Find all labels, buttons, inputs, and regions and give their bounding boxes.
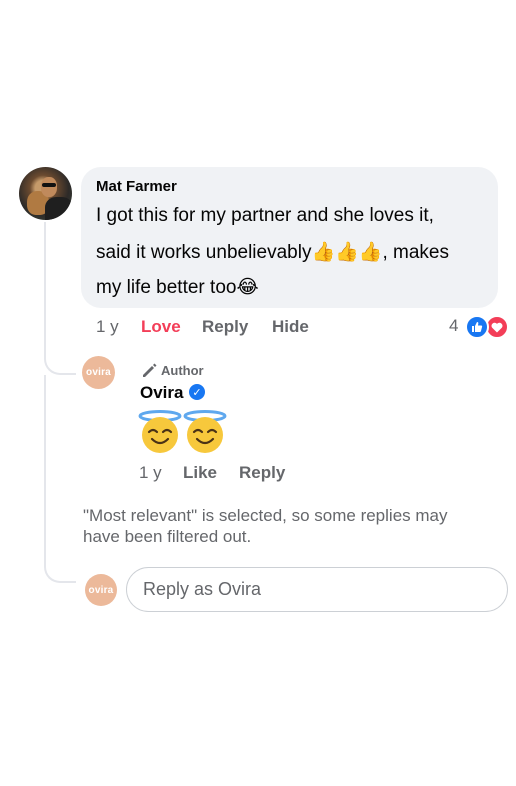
like-button[interactable]: Like [183,463,217,483]
reply-timestamp[interactable]: 1 y [139,463,162,483]
commenter-avatar[interactable] [19,167,72,220]
ovira-avatar[interactable]: ovira [82,356,115,389]
comment-reply-button[interactable]: Reply [202,317,248,337]
pencil-icon [143,363,157,377]
reaction-count[interactable]: 4 [449,316,458,336]
comment-author-name[interactable]: Mat Farmer [96,178,177,195]
thread-line-lower [44,375,46,565]
reply-input[interactable] [126,567,508,612]
comment-bubble: Mat Farmer I got this for my partner and… [81,167,498,308]
love-button[interactable]: Love [141,317,181,337]
comment-text-line-2: said it works unbelievably👍👍👍, makes [96,241,449,263]
thread-line [44,222,46,358]
smiling-face-with-halo-icon [138,410,182,453]
smiling-face-with-halo-icon-2 [183,410,227,453]
reply-box-avatar[interactable]: ovira [85,574,117,606]
comment-timestamp[interactable]: 1 y [96,317,119,337]
comment-text-line-1: I got this for my partner and she loves … [96,205,434,226]
thumbs-up-emoji-icon: 👍👍👍 [311,241,383,263]
verified-badge-icon: ✓ [189,384,205,400]
hide-button[interactable]: Hide [272,317,309,337]
author-badge-label: Author [161,363,204,378]
reply-author-name[interactable]: Ovira [140,383,183,403]
like-icon[interactable] [465,315,489,339]
reply-reply-button[interactable]: Reply [239,463,285,483]
thread-branch [44,357,76,375]
filter-notice: "Most relevant" is selected, so some rep… [83,506,448,546]
comment-text-line-3: my life better too😂 [96,276,259,298]
thread-branch-reply-box [44,565,76,583]
laughing-emoji-icon: 😂 [236,276,259,298]
